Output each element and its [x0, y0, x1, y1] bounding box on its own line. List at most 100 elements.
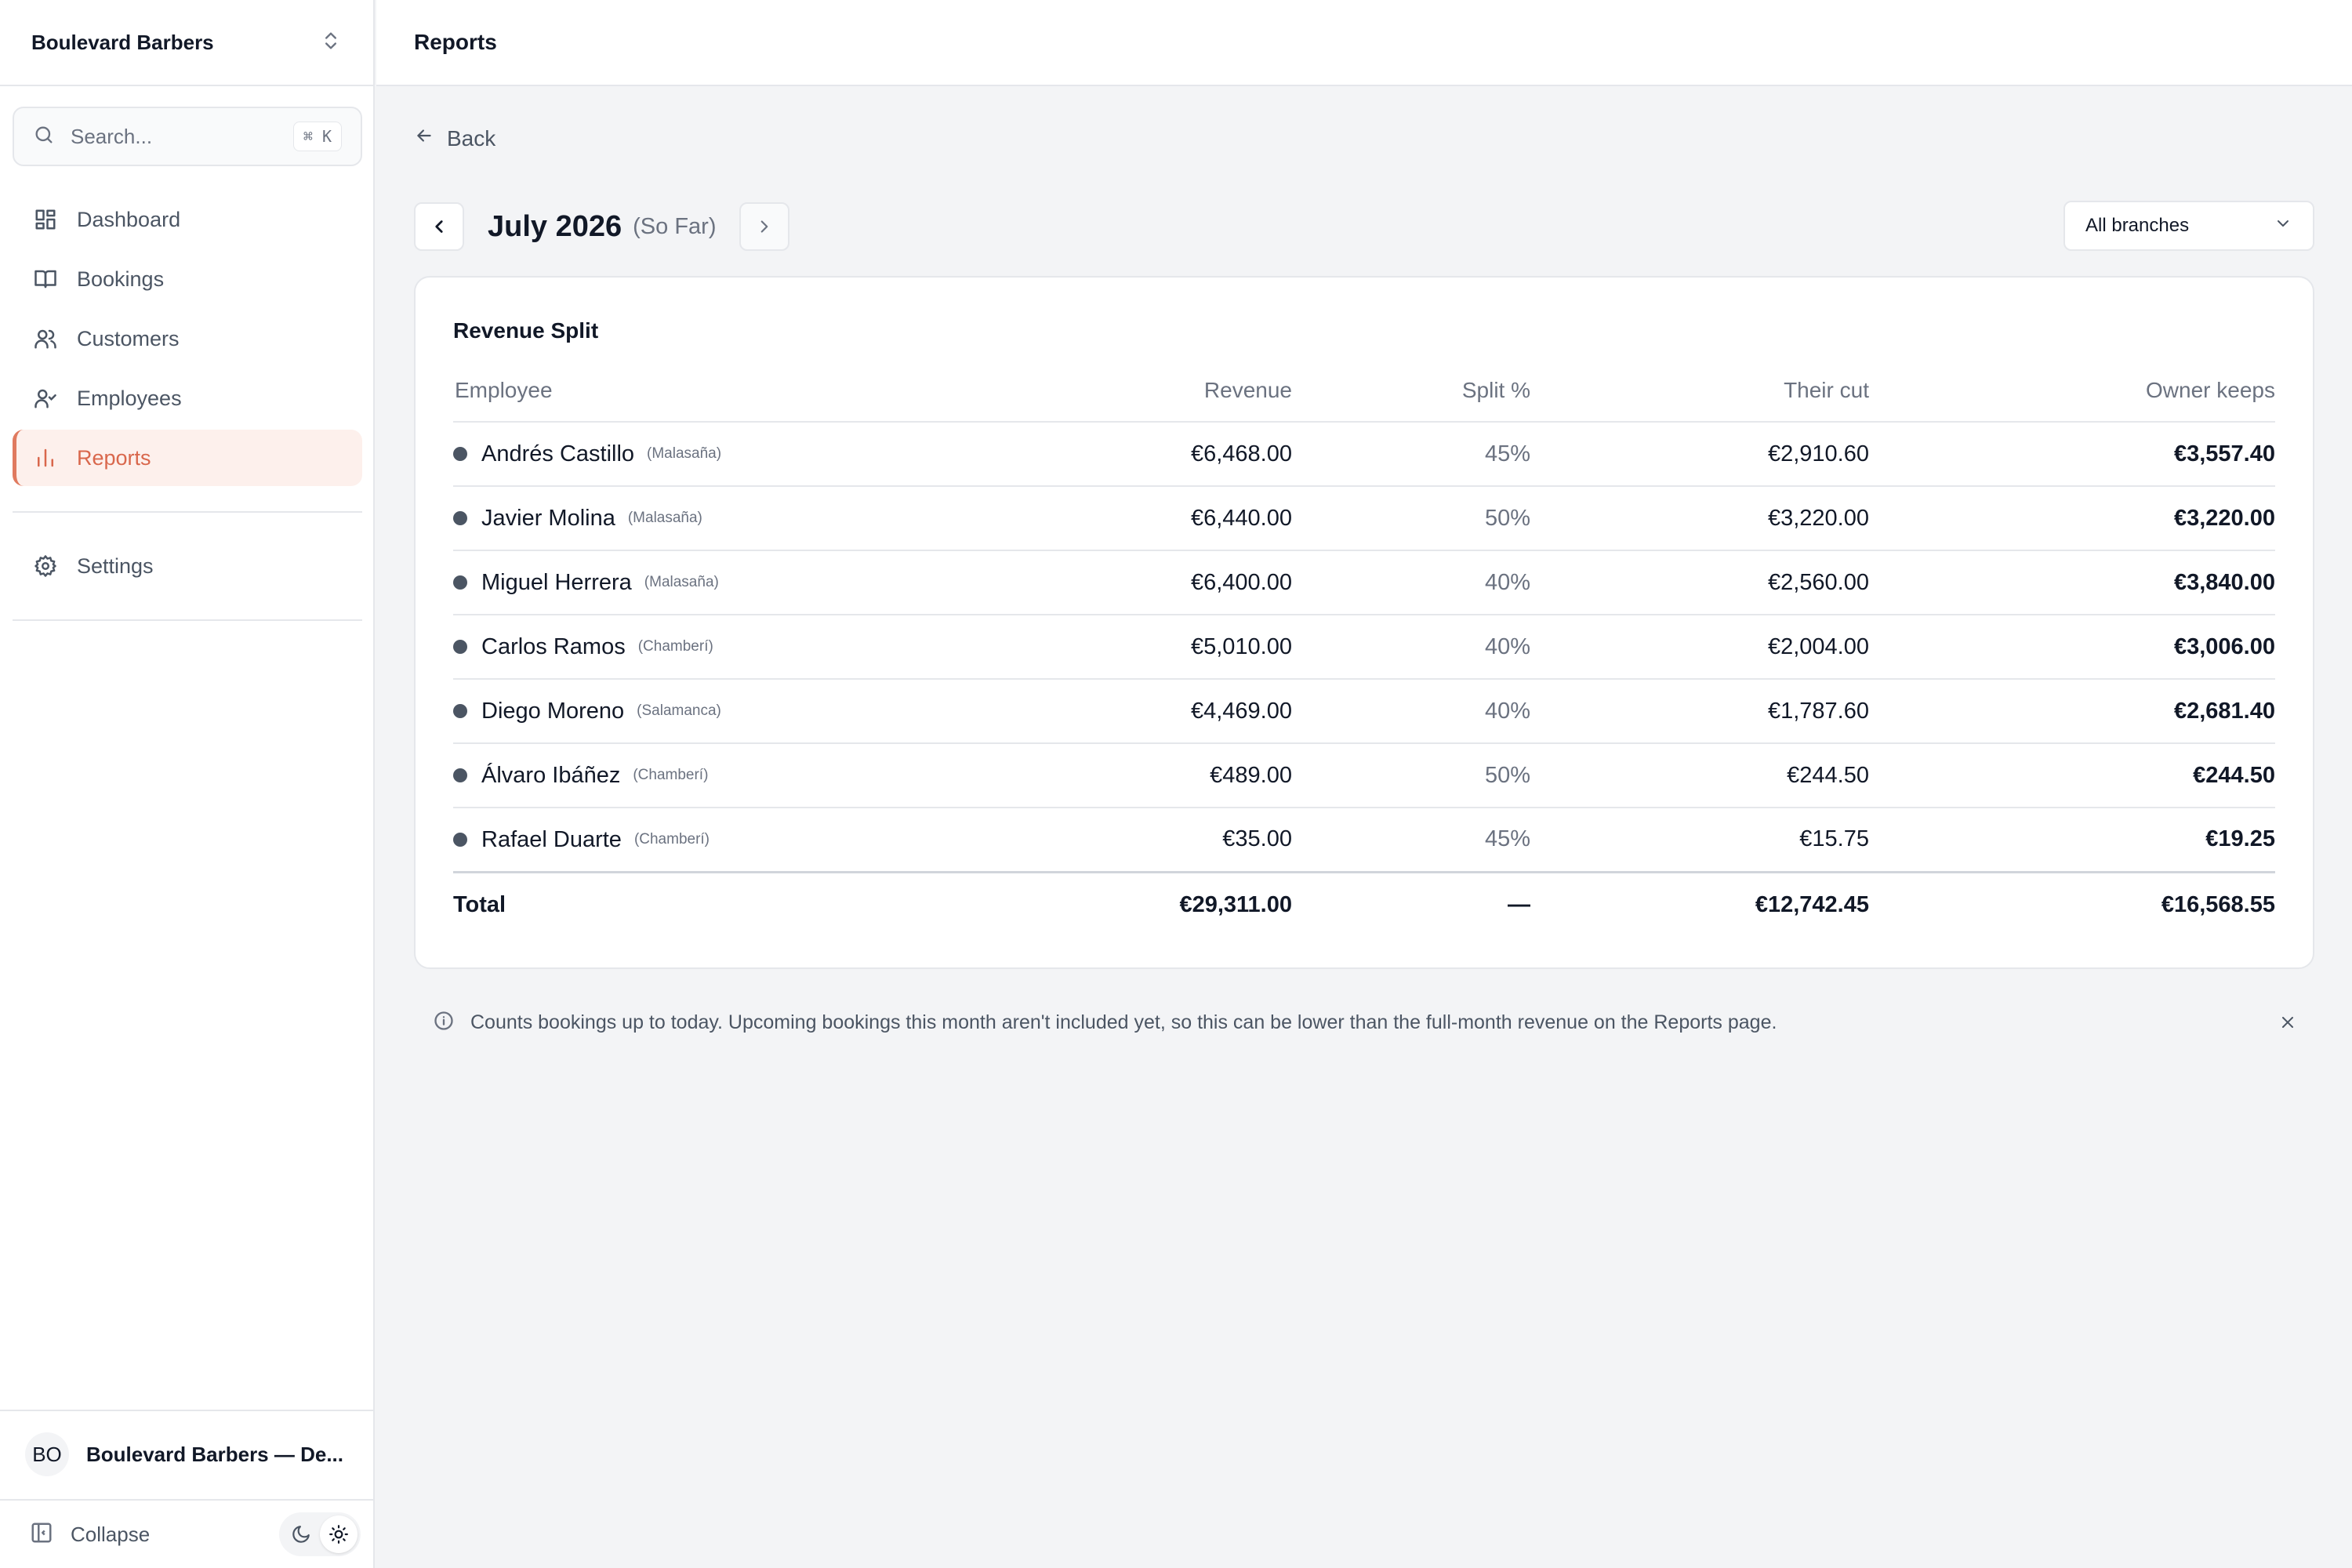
search-input[interactable]: Search... ⌘ K	[13, 107, 362, 166]
employee-branch: (Salamanca)	[637, 702, 721, 720]
sidebar-item-label: Reports	[77, 445, 151, 470]
employee-branch: (Chamberí)	[637, 638, 713, 655]
month-note: (So Far)	[633, 213, 717, 239]
split-cell: 50%	[1292, 486, 1530, 551]
search-icon	[33, 124, 55, 150]
chevron-left-icon	[435, 220, 443, 233]
employee-cell: Miguel Herrera (Malasaña)	[453, 550, 1049, 615]
status-dot	[453, 447, 467, 462]
dashboard-icon	[31, 205, 60, 234]
column-header-split: Split %	[1292, 359, 1530, 423]
employee-cell: Diego Moreno (Salamanca)	[453, 679, 1049, 744]
status-dot	[453, 833, 467, 848]
owner-keeps-cell: €2,681.40	[1869, 679, 2275, 744]
month-title: July 2026	[488, 209, 622, 243]
status-dot	[453, 704, 467, 719]
employee-name: Carlos Ramos	[481, 633, 626, 659]
their-cut-cell: €15.75	[1530, 808, 1869, 873]
table-header-row: Employee Revenue Split % Their cut Owner…	[453, 359, 2275, 423]
split-cell: 40%	[1292, 550, 1530, 615]
table-row: Miguel Herrera (Malasaña) €6,400.00 40% €…	[453, 550, 2275, 615]
info-notice: Counts bookings up to today. Upcoming bo…	[414, 997, 2314, 1047]
info-text: Counts bookings up to today. Upcoming bo…	[470, 1011, 1777, 1033]
sidebar-item-settings[interactable]: Settings	[13, 538, 362, 594]
month-navigation: July 2026 (So Far)	[414, 202, 790, 251]
table-row: Diego Moreno (Salamanca) €4,469.00 40% €1…	[453, 679, 2275, 744]
total-owner-keeps: €16,568.55	[1869, 870, 2275, 938]
sidebar-item-bookings[interactable]: Bookings	[13, 251, 362, 307]
sidebar-item-employees[interactable]: Employees	[13, 370, 362, 426]
employee-branch: (Malasaña)	[644, 574, 719, 591]
org-name: Boulevard Barbers	[31, 30, 214, 54]
branch-filter-value: All branches	[2085, 215, 2190, 236]
employee-name: Álvaro Ibáñez	[481, 762, 621, 788]
dismiss-notice-button[interactable]	[2269, 1004, 2307, 1041]
split-cell: 40%	[1292, 615, 1530, 680]
employee-name: Diego Moreno	[481, 698, 625, 724]
book-open-icon	[31, 265, 60, 293]
sidebar-item-label: Bookings	[77, 267, 165, 291]
status-dot	[453, 768, 467, 783]
table-row: Carlos Ramos (Chamberí) €5,010.00 40% €2,…	[453, 615, 2275, 680]
avatar: BO	[25, 1432, 69, 1476]
info-icon	[433, 1010, 455, 1036]
collapse-row: Collapse	[0, 1499, 375, 1568]
owner-keeps-cell: €3,557.40	[1869, 422, 2275, 487]
owner-keeps-cell: €3,840.00	[1869, 550, 2275, 615]
total-their-cut: €12,742.45	[1530, 870, 1869, 938]
sidebar-item-customers[interactable]: Customers	[13, 310, 362, 367]
collapse-button[interactable]: Collapse	[71, 1523, 279, 1547]
status-dot	[453, 575, 467, 590]
sidebar-item-dashboard[interactable]: Dashboard	[13, 191, 362, 248]
users-icon	[31, 325, 60, 353]
owner-keeps-cell: €244.50	[1869, 743, 2275, 808]
total-label: Total	[453, 870, 1049, 938]
arrow-left-icon	[414, 125, 434, 151]
their-cut-cell: €2,560.00	[1530, 550, 1869, 615]
split-cell: 40%	[1292, 679, 1530, 744]
back-label: Back	[447, 125, 496, 151]
chevron-down-icon	[2274, 214, 2292, 238]
chevron-right-icon	[761, 220, 768, 233]
column-header-employee: Employee	[453, 359, 1049, 423]
revenue-cell: €6,440.00	[1049, 486, 1292, 551]
next-month-button[interactable]	[739, 202, 790, 251]
table-row: Álvaro Ibáñez (Chamberí) €489.00 50% €244…	[453, 743, 2275, 808]
total-revenue: €29,311.00	[1049, 870, 1292, 938]
back-link[interactable]: Back	[414, 125, 495, 151]
column-header-their-cut: Their cut	[1530, 359, 1869, 423]
user-name: Boulevard Barbers — De...	[86, 1442, 343, 1466]
employee-branch: (Malasaña)	[627, 510, 702, 527]
revenue-split-card: Revenue Split Employee Revenue Split % T…	[414, 276, 2314, 969]
sidebar: Boulevard Barbers Search... ⌘ K Dashboar…	[0, 0, 375, 1568]
employee-branch: (Chamberí)	[633, 831, 710, 848]
card-title: Revenue Split	[453, 318, 599, 343]
branch-filter-select[interactable]: All branches	[2063, 201, 2314, 251]
theme-toggle[interactable]	[279, 1512, 361, 1556]
revenue-cell: €6,468.00	[1049, 422, 1292, 487]
owner-keeps-cell: €3,220.00	[1869, 486, 2275, 551]
employee-cell: Álvaro Ibáñez (Chamberí)	[453, 743, 1049, 808]
revenue-cell: €489.00	[1049, 743, 1292, 808]
column-header-revenue: Revenue	[1049, 359, 1292, 423]
search-shortcut: ⌘ K	[292, 122, 342, 151]
their-cut-cell: €2,910.60	[1530, 422, 1869, 487]
their-cut-cell: €244.50	[1530, 743, 1869, 808]
their-cut-cell: €1,787.60	[1530, 679, 1869, 744]
topbar: Reports	[376, 0, 2352, 86]
owner-keeps-cell: €19.25	[1869, 808, 2275, 873]
split-cell: 45%	[1292, 808, 1530, 873]
user-account[interactable]: BO Boulevard Barbers — De...	[0, 1410, 375, 1497]
sidebar-item-label: Dashboard	[77, 207, 181, 231]
status-dot	[453, 640, 467, 655]
org-switcher[interactable]: Boulevard Barbers	[0, 0, 373, 86]
table-total-row: Total €29,311.00 — €12,742.45 €16,568.55	[453, 870, 2275, 938]
moon-icon[interactable]	[282, 1515, 320, 1553]
sidebar-divider	[13, 511, 362, 513]
revenue-cell: €35.00	[1049, 808, 1292, 873]
status-dot	[453, 511, 467, 526]
total-split: —	[1292, 870, 1530, 938]
sidebar-item-reports[interactable]: Reports	[13, 430, 362, 486]
sun-icon[interactable]	[320, 1515, 358, 1553]
previous-month-button[interactable]	[414, 202, 464, 251]
